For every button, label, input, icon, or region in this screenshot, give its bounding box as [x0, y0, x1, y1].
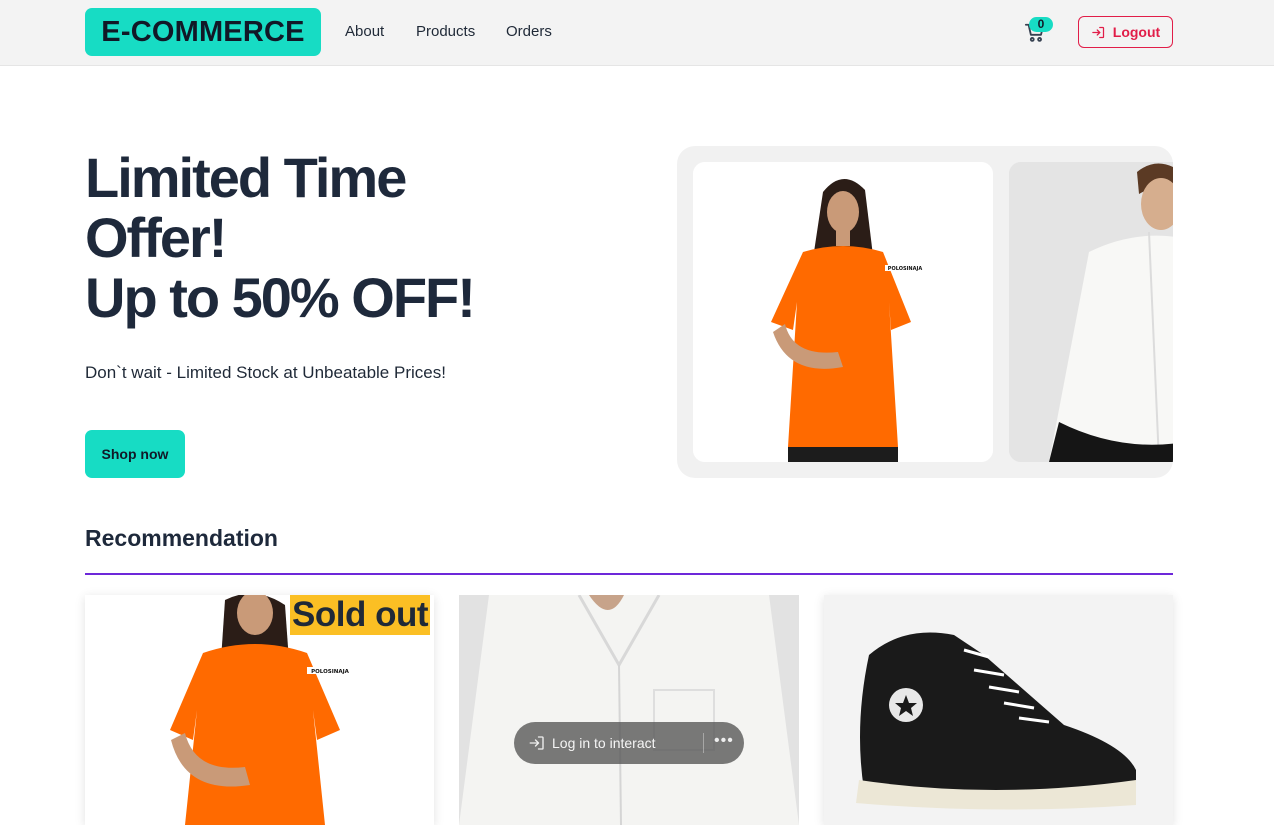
- nav-link-orders[interactable]: Orders: [506, 23, 552, 40]
- more-options-icon[interactable]: •••: [714, 732, 734, 750]
- hero-title-line1: Limited Time: [85, 146, 407, 209]
- shop-now-button[interactable]: Shop now: [85, 430, 185, 478]
- pill-divider: [703, 733, 704, 753]
- card1-brand-tag: POLOSINAJA: [311, 669, 350, 675]
- login-to-interact-pill[interactable]: Log in to interact •••: [514, 722, 744, 764]
- login-to-interact-label: Log in to interact: [552, 735, 656, 751]
- white-shirt-model-image: [1009, 162, 1173, 462]
- logout-button[interactable]: Logout: [1078, 16, 1173, 48]
- recommendation-heading: Recommendation: [85, 525, 278, 551]
- nav-link-about[interactable]: About: [345, 23, 384, 40]
- logout-icon: [1092, 26, 1104, 38]
- brand-logo[interactable]: E-COMMERCE: [85, 8, 321, 56]
- top-navbar: E-COMMERCE About Products Orders 0 Logou…: [0, 0, 1274, 66]
- hero-title-line2: Offer!: [85, 206, 227, 269]
- carousel-slide-white-shirt[interactable]: [1009, 162, 1173, 462]
- login-icon: [529, 736, 544, 750]
- carousel-slide-orange-tshirt[interactable]: POLOSINAJA: [693, 162, 993, 462]
- hero-title-line3: Up to 50% OFF!: [85, 266, 476, 329]
- hero-carousel[interactable]: POLOSINAJA: [677, 146, 1173, 478]
- slide1-brand-tag: POLOSINAJA: [888, 266, 923, 272]
- product-card-converse-sneaker[interactable]: [824, 595, 1173, 825]
- product-card-white-shirt[interactable]: [459, 595, 799, 825]
- white-shirt-product-image: [459, 595, 799, 825]
- section-divider: [85, 573, 1173, 575]
- sold-out-badge: Sold out: [290, 595, 430, 635]
- hero-title: Limited Time Offer! Up to 50% OFF!: [85, 148, 645, 328]
- black-sneaker-product-image: [824, 595, 1173, 825]
- hero-subtitle: Don`t wait - Limited Stock at Unbeatable…: [85, 363, 446, 382]
- logout-label: Logout: [1112, 24, 1161, 40]
- product-card-orange-tshirt[interactable]: POLOSINAJA Sold out: [85, 595, 434, 825]
- nav-link-products[interactable]: Products: [416, 23, 475, 40]
- orange-tshirt-model-image: POLOSINAJA: [693, 162, 993, 462]
- cart-count-badge: 0: [1029, 17, 1053, 32]
